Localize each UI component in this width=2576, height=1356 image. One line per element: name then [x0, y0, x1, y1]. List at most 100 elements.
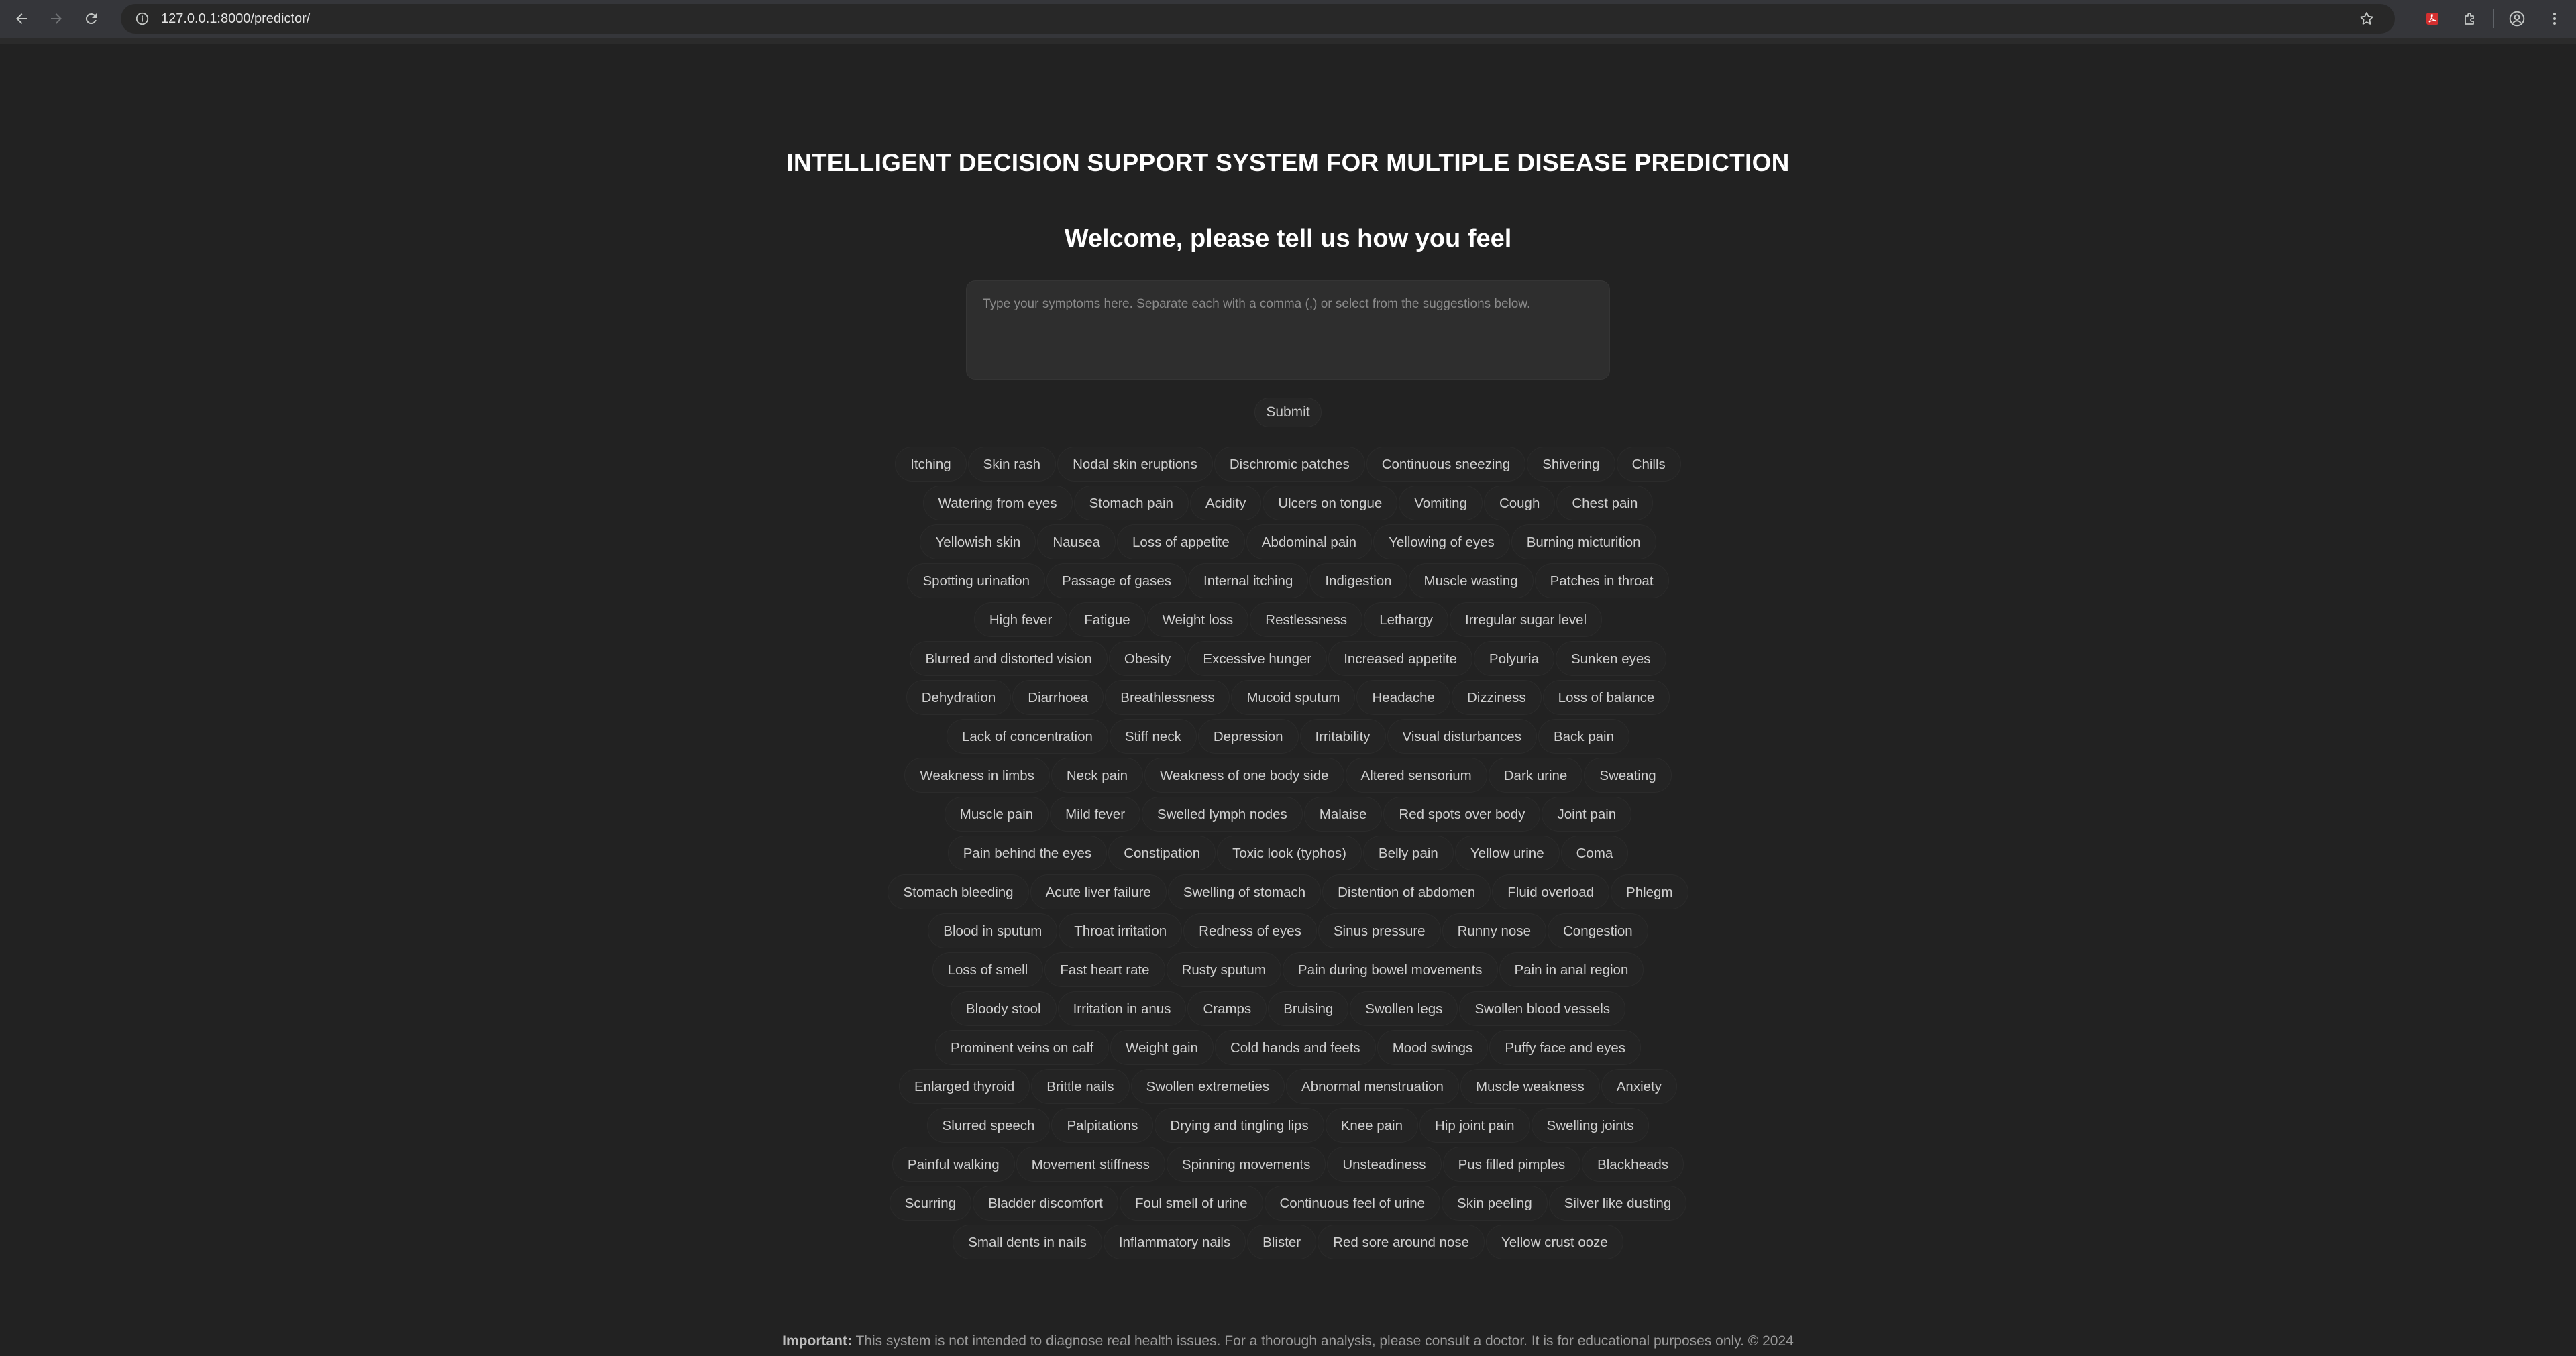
symptom-chip[interactable]: Altered sensorium [1345, 758, 1487, 793]
submit-button[interactable]: Submit [1254, 398, 1322, 427]
kebab-menu-icon[interactable] [2536, 0, 2573, 38]
symptom-chip[interactable]: Bladder discomfort [973, 1186, 1119, 1221]
symptom-chip[interactable]: Brittle nails [1031, 1069, 1130, 1104]
symptom-chip[interactable]: Sweating [1584, 758, 1672, 793]
symptom-chip[interactable]: Obesity [1108, 641, 1187, 676]
symptom-chip[interactable]: Loss of balance [1542, 680, 1670, 715]
address-bar[interactable]: 127.0.0.1:8000/predictor/ [121, 4, 2395, 34]
symptom-chip[interactable]: Pain behind the eyes [947, 836, 1108, 870]
symptom-chip[interactable]: Weight loss [1146, 602, 1249, 637]
symptom-chip[interactable]: Visual disturbances [1387, 719, 1537, 754]
symptom-chip[interactable]: Knee pain [1325, 1108, 1419, 1143]
symptom-chip[interactable]: Irritability [1299, 719, 1386, 754]
symptom-chip[interactable]: Irritation in anus [1057, 991, 1187, 1026]
symptom-chip[interactable]: Mild fever [1050, 797, 1141, 832]
symptom-chip[interactable]: Toxic look (typhos) [1217, 836, 1362, 870]
symptom-chip[interactable]: Enlarged thyroid [899, 1069, 1030, 1104]
symptom-chip[interactable]: Yellowish skin [920, 524, 1036, 559]
symptom-chip[interactable]: Puffy face and eyes [1489, 1030, 1642, 1065]
symptom-chip[interactable]: Dischromic patches [1214, 447, 1365, 482]
symptoms-input[interactable] [966, 280, 1610, 380]
symptom-chip[interactable]: Burning micturition [1511, 524, 1656, 559]
symptom-chip[interactable]: Sinus pressure [1318, 913, 1441, 948]
symptom-chip[interactable]: Bruising [1268, 991, 1349, 1026]
symptom-chip[interactable]: Blurred and distorted vision [910, 641, 1108, 676]
symptom-chip[interactable]: Belly pain [1362, 836, 1454, 870]
symptom-chip[interactable]: Malaise [1303, 797, 1383, 832]
symptom-chip[interactable]: Painful walking [892, 1147, 1015, 1182]
symptom-chip[interactable]: Movement stiffness [1016, 1147, 1165, 1182]
symptom-chip[interactable]: Yellowing of eyes [1373, 524, 1510, 559]
symptom-chip[interactable]: Pain in anal region [1499, 952, 1644, 987]
symptom-chip[interactable]: Skin peeling [1442, 1186, 1548, 1221]
bookmark-star-icon[interactable] [2352, 4, 2381, 34]
symptom-chip[interactable]: Swollen extremeties [1130, 1069, 1285, 1104]
symptom-chip[interactable]: Bloody stool [950, 991, 1057, 1026]
symptom-chip[interactable]: Prominent veins on calf [934, 1030, 1110, 1065]
symptom-chip[interactable]: Silver like dusting [1548, 1186, 1687, 1221]
symptom-chip[interactable]: Lethargy [1364, 602, 1448, 637]
symptom-chip[interactable]: Dark urine [1488, 758, 1583, 793]
symptom-chip[interactable]: Blood in sputum [928, 913, 1058, 948]
symptom-chip[interactable]: Loss of smell [932, 952, 1044, 987]
symptom-chip[interactable]: Lack of concentration [947, 719, 1108, 754]
symptom-chip[interactable]: Continuous sneezing [1366, 447, 1526, 482]
symptom-chip[interactable]: Palpitations [1051, 1108, 1154, 1143]
symptom-chip[interactable]: Ulcers on tongue [1263, 486, 1398, 520]
symptom-chip[interactable]: Congestion [1548, 913, 1648, 948]
symptom-chip[interactable]: Hip joint pain [1419, 1108, 1530, 1143]
symptom-chip[interactable]: Spinning movements [1166, 1147, 1326, 1182]
symptom-chip[interactable]: Swelled lymph nodes [1142, 797, 1303, 832]
symptom-chip[interactable]: High fever [973, 602, 1068, 637]
symptom-chip[interactable]: Itching [895, 447, 967, 482]
symptom-chip[interactable]: Spotting urination [907, 563, 1046, 598]
symptom-chip[interactable]: Weight gain [1110, 1030, 1214, 1065]
symptom-chip[interactable]: Coma [1560, 836, 1629, 870]
symptom-chip[interactable]: Excessive hunger [1187, 641, 1328, 676]
symptom-chip[interactable]: Muscle wasting [1408, 563, 1534, 598]
symptom-chip[interactable]: Breathlessness [1105, 680, 1230, 715]
symptom-chip[interactable]: Depression [1197, 719, 1299, 754]
symptom-chip[interactable]: Joint pain [1542, 797, 1632, 832]
symptom-chip[interactable]: Polyuria [1473, 641, 1554, 676]
symptom-chip[interactable]: Throat irritation [1059, 913, 1183, 948]
symptom-chip[interactable]: Passage of gases [1046, 563, 1187, 598]
symptom-chip[interactable]: Indigestion [1309, 563, 1407, 598]
symptom-chip[interactable]: Restlessness [1250, 602, 1363, 637]
symptom-chip[interactable]: Slurred speech [926, 1108, 1051, 1143]
site-info-icon[interactable] [127, 4, 157, 34]
symptom-chip[interactable]: Drying and tingling lips [1155, 1108, 1324, 1143]
symptom-chip[interactable]: Swelling joints [1531, 1108, 1650, 1143]
symptom-chip[interactable]: Irregular sugar level [1449, 602, 1603, 637]
symptom-chip[interactable]: Pain during bowel movements [1282, 952, 1498, 987]
symptom-chip[interactable]: Watering from eyes [922, 486, 1073, 520]
symptom-chip[interactable]: Muscle pain [944, 797, 1049, 832]
symptom-chip[interactable]: Sunken eyes [1555, 641, 1666, 676]
symptom-chip[interactable]: Muscle weakness [1460, 1069, 1600, 1104]
symptom-chip[interactable]: Rusty sputum [1166, 952, 1281, 987]
symptom-chip[interactable]: Unsteadiness [1327, 1147, 1442, 1182]
symptom-chip[interactable]: Phlegm [1611, 874, 1688, 909]
symptom-chip[interactable]: Skin rash [967, 447, 1057, 482]
symptom-chip[interactable]: Dizziness [1451, 680, 1542, 715]
symptom-chip[interactable]: Scurring [889, 1186, 972, 1221]
symptom-chip[interactable]: Yellow urine [1454, 836, 1560, 870]
url-text[interactable]: 127.0.0.1:8000/predictor/ [161, 11, 310, 27]
symptom-chip[interactable]: Chills [1616, 447, 1681, 482]
symptom-chip[interactable]: Diarrhoea [1012, 680, 1104, 715]
symptom-chip[interactable]: Chest pain [1556, 486, 1654, 520]
symptom-chip[interactable]: Stomach pain [1073, 486, 1189, 520]
symptom-chip[interactable]: Abdominal pain [1246, 524, 1373, 559]
symptom-chip[interactable]: Small dents in nails [953, 1225, 1102, 1259]
symptom-chip[interactable]: Headache [1356, 680, 1450, 715]
symptom-chip[interactable]: Anxiety [1601, 1069, 1677, 1104]
symptom-chip[interactable]: Weakness of one body side [1144, 758, 1344, 793]
symptom-chip[interactable]: Stomach bleeding [888, 874, 1029, 909]
symptom-chip[interactable]: Stiff neck [1109, 719, 1197, 754]
symptom-chip[interactable]: Cold hands and feets [1214, 1030, 1376, 1065]
symptom-chip[interactable]: Shivering [1527, 447, 1615, 482]
extensions-puzzle-icon[interactable] [2451, 0, 2489, 38]
symptom-chip[interactable]: Swollen blood vessels [1459, 991, 1626, 1026]
symptom-chip[interactable]: Nausea [1037, 524, 1116, 559]
symptom-chip[interactable]: Red spots over body [1383, 797, 1541, 832]
